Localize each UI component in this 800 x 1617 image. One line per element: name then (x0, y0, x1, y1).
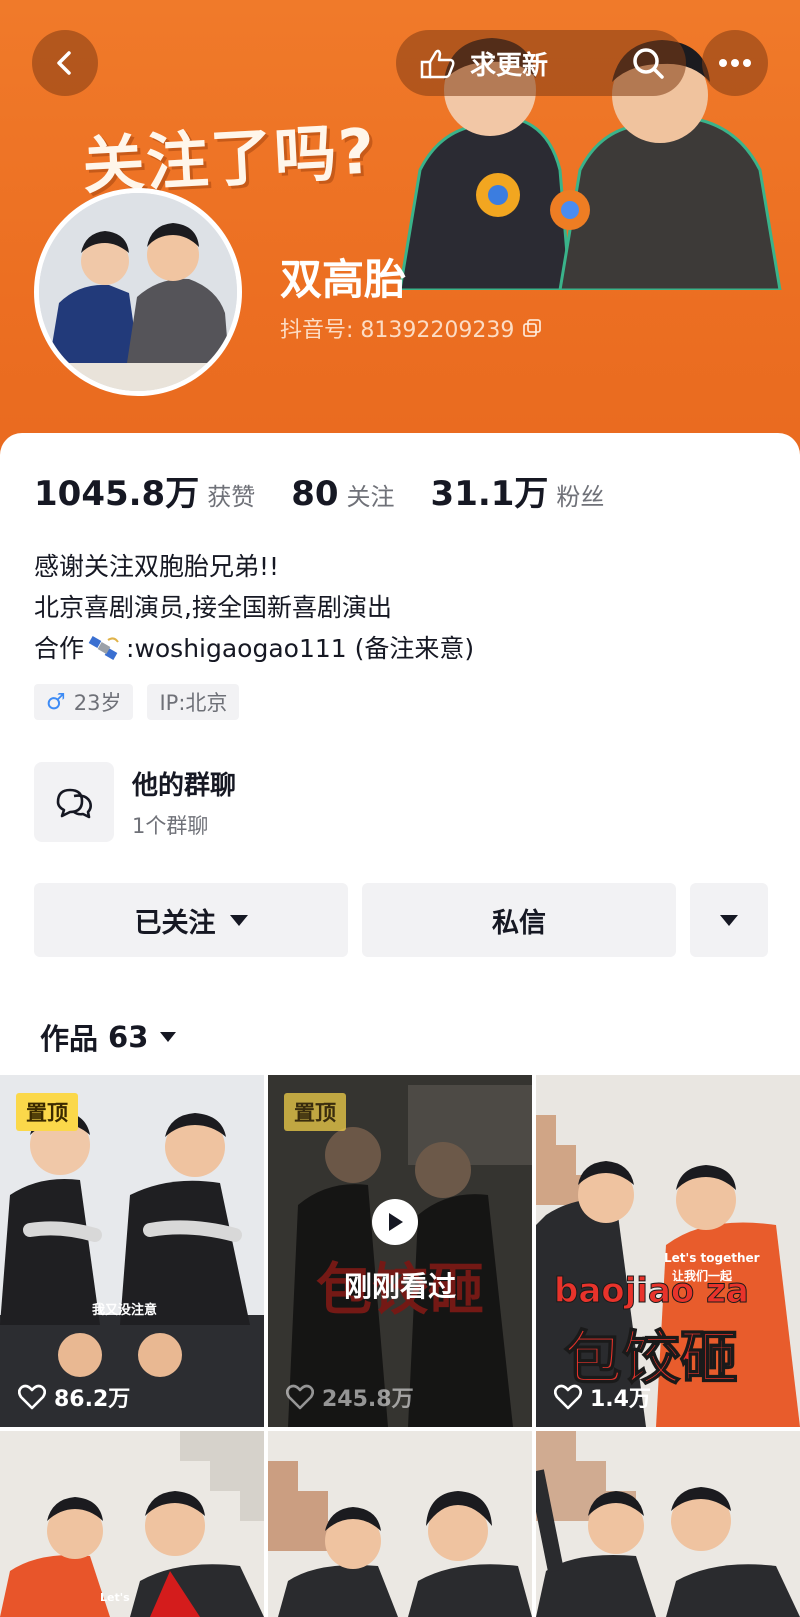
stat-following-label: 关注 (346, 483, 395, 511)
ip-location-tag: IP:北京 (147, 684, 240, 720)
more-dots-icon (719, 59, 751, 67)
like-count: 245.8万 (286, 1381, 414, 1413)
video-overlay-english: baojiao za (554, 1271, 750, 1312)
hand-point-icon (420, 49, 455, 79)
stat-following-value: 80 (291, 474, 339, 514)
stat-likes-value: 1045.8万 (34, 474, 200, 514)
stat-likes[interactable]: 1045.8万 获赞 (34, 466, 255, 515)
action-buttons: 已关注 私信 (34, 883, 768, 957)
bio-line-3: 合作 :woshigaogao111 (备注来意) (34, 628, 474, 669)
works-tab-label: 作品 (40, 1022, 99, 1056)
like-count-value: 86.2万 (54, 1387, 131, 1412)
video-grid: 我又没注意 置顶 86.2万 包饺砸 刚刚看过 置顶 245.8万 (0, 1075, 800, 1617)
tags-row: ♂ 23岁 IP:北京 (34, 684, 253, 720)
gender-age-tag: ♂ 23岁 (34, 684, 134, 720)
followed-label: 已关注 (134, 907, 216, 939)
heart-icon (286, 1384, 314, 1410)
video-thumb[interactable]: 包饺砸 刚刚看过 置顶 245.8万 (268, 1075, 532, 1427)
heart-icon (18, 1384, 46, 1410)
video-thumb[interactable]: Let's together 让我们一起 baojiao za 包饺砸 1.4万 (536, 1075, 800, 1427)
group-chat-entry[interactable]: 他的群聊 1个群聊 (34, 762, 236, 842)
group-chat-icon-box (34, 762, 114, 842)
copy-icon[interactable] (522, 318, 542, 338)
heart-icon (554, 1384, 582, 1410)
pinned-badge: 置顶 (16, 1093, 78, 1131)
ip-text: IP:北京 (159, 691, 228, 715)
age-text: 23岁 (73, 691, 122, 715)
works-tab[interactable]: 作品 63 (40, 1016, 177, 1058)
like-count-value: 245.8万 (322, 1387, 414, 1412)
caret-down-icon (160, 1032, 177, 1042)
satellite-emoji-icon (88, 635, 119, 660)
just-watched-label: 刚刚看过 (343, 1270, 456, 1303)
play-button[interactable] (372, 1199, 418, 1245)
nickname: 双高胎 (280, 255, 407, 304)
message-button[interactable]: 私信 (362, 883, 676, 957)
avatar[interactable] (34, 188, 242, 396)
stat-followers[interactable]: 31.1万 粉丝 (431, 466, 605, 515)
video-caption: 我又没注意 (92, 1303, 158, 1318)
video-thumbnail-image (0, 1431, 264, 1617)
video-thumb[interactable]: Let's (0, 1431, 264, 1617)
video-thumbnail-image (268, 1431, 532, 1617)
stat-followers-label: 粉丝 (556, 483, 605, 511)
avatar-image (39, 193, 237, 391)
stat-followers-value: 31.1万 (430, 474, 549, 514)
request-update-button[interactable]: 求更新 (396, 30, 686, 96)
bio: 感谢关注双胞胎兄弟!! 北京喜剧演员,接全国新喜剧演出 合作 :woshigao… (34, 546, 474, 669)
video-thumb[interactable] (268, 1431, 532, 1617)
message-label: 私信 (492, 907, 546, 939)
like-count: 1.4万 (554, 1381, 651, 1413)
douyin-id[interactable]: 抖音号: 81392209239 (280, 312, 542, 344)
video-tag-english: Let's together (664, 1251, 760, 1265)
more-options-button[interactable] (690, 883, 768, 957)
stat-following[interactable]: 80 关注 (291, 474, 394, 514)
caret-down-icon (720, 914, 738, 926)
bio-line-3-contact: :woshigaogao111 (备注来意) (126, 634, 475, 663)
group-chat-subtitle: 1个群聊 (132, 813, 209, 838)
play-icon (389, 1213, 403, 1231)
profile-banner: 关注了吗? 求更新 双高胎 抖音号: 81392209239 (0, 0, 800, 470)
video-thumb[interactable]: 我又没注意 置顶 86.2万 (0, 1075, 264, 1427)
more-button[interactable] (702, 30, 768, 96)
like-count-value: 1.4万 (590, 1387, 651, 1412)
douyin-id-text: 抖音号: 81392209239 (280, 318, 515, 343)
chat-bubbles-icon (56, 788, 92, 819)
video-thumb[interactable] (536, 1431, 800, 1617)
male-icon: ♂ (46, 689, 66, 715)
pinned-badge: 置顶 (284, 1093, 346, 1131)
back-button[interactable] (32, 30, 98, 96)
works-count: 63 (108, 1020, 149, 1054)
stat-likes-label: 获赞 (207, 483, 256, 511)
video-tag-english: Let's (100, 1591, 130, 1604)
bio-line-2: 北京喜剧演员,接全国新喜剧演出 (34, 593, 392, 622)
bio-line-1: 感谢关注双胞胎兄弟!! (34, 552, 280, 581)
request-update-label: 求更新 (470, 50, 549, 81)
chevron-left-icon (57, 51, 71, 75)
like-count: 86.2万 (18, 1381, 130, 1413)
video-thumbnail-image (536, 1431, 800, 1617)
bio-line-3-prefix: 合作 (34, 634, 85, 663)
profile-card (0, 433, 800, 1073)
stats-row: 1045.8万 获赞 80 关注 31.1万 粉丝 (34, 466, 640, 515)
caret-down-icon (229, 914, 248, 926)
search-icon[interactable] (628, 43, 668, 83)
followed-button[interactable]: 已关注 (34, 883, 348, 957)
group-chat-title: 他的群聊 (132, 770, 237, 801)
